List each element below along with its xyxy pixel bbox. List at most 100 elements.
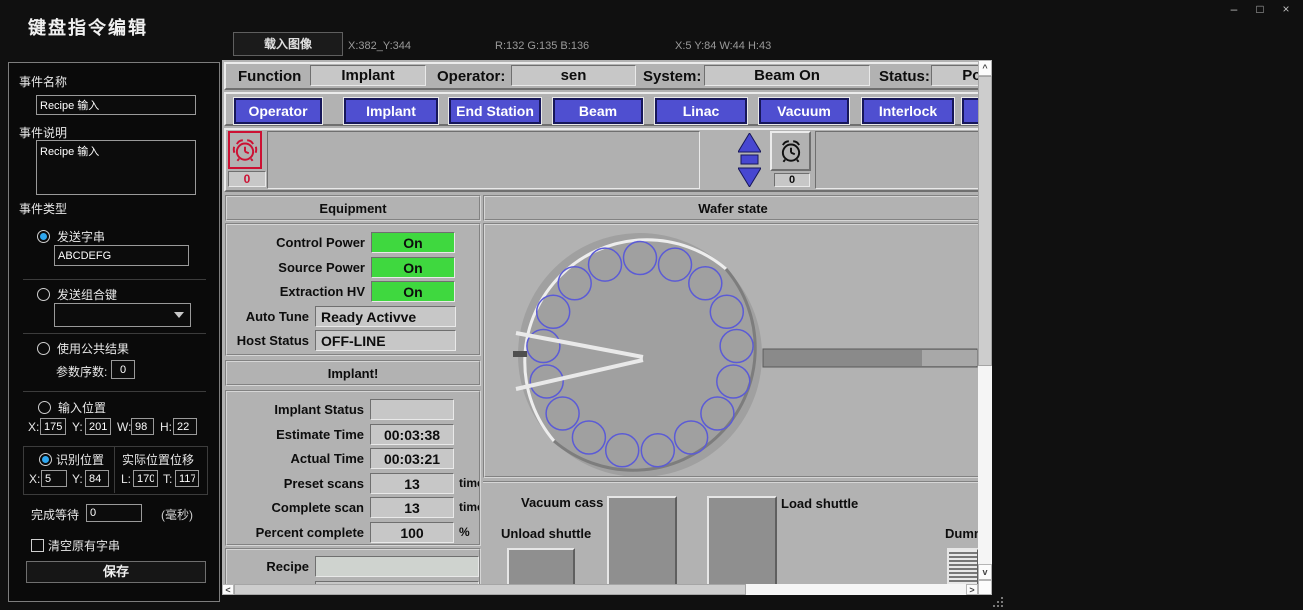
alarm-button-right[interactable]: [770, 131, 811, 171]
wait-input[interactable]: [86, 504, 142, 522]
implant-row-label: Complete scan: [227, 497, 370, 518]
resize-grip-icon[interactable]: [993, 597, 1005, 609]
save-button[interactable]: 保存: [26, 561, 206, 583]
nav-button-linac[interactable]: Linac: [655, 98, 747, 124]
scroll-down-button[interactable]: v: [978, 564, 992, 580]
recog-pos-label: 识别位置: [56, 451, 104, 468]
wafer-state-title: Wafer state: [483, 195, 978, 221]
y-label: Y:: [72, 420, 83, 434]
preset-scans-value: 13: [370, 473, 454, 494]
status-label: Status:: [879, 68, 930, 85]
complete-scan-unit: time: [459, 500, 481, 514]
close-button[interactable]: ×: [1279, 2, 1293, 16]
input-pos-y[interactable]: [85, 418, 111, 435]
nav-button-interlock[interactable]: Interlock: [862, 98, 954, 124]
param-index-input[interactable]: [111, 360, 135, 379]
input-pos-h[interactable]: [173, 418, 197, 435]
equipment-panel: Control Power On Source Power On Extract…: [225, 223, 481, 356]
send-string-input[interactable]: [54, 245, 189, 266]
use-public-label: 使用公共结果: [57, 340, 129, 357]
status-header-bar: Function Implant Operator: sen System: B…: [224, 62, 978, 90]
alarm-scroll-spinner[interactable]: [738, 133, 761, 187]
cursor-position-readout: X:382_Y:344: [348, 40, 411, 52]
nav-button-partial[interactable]: [962, 98, 978, 124]
load-shuttle-box: [707, 496, 777, 584]
separator: [23, 333, 206, 334]
equipment-row-label: Extraction HV: [227, 281, 371, 302]
recog-pos-x[interactable]: [41, 470, 67, 487]
wait-unit-label: (毫秒): [161, 506, 193, 523]
equipment-title: Equipment: [225, 195, 481, 221]
window-controls: – □ ×: [1227, 2, 1293, 16]
input-pos-w[interactable]: [131, 418, 154, 435]
system-value: Beam On: [704, 65, 870, 86]
extraction-hv-value: On: [371, 281, 455, 302]
nav-button-vacuum[interactable]: Vacuum: [759, 98, 849, 124]
event-type-label: 事件类型: [19, 200, 67, 217]
event-name-input[interactable]: [36, 95, 196, 115]
offset-l[interactable]: [133, 470, 158, 487]
separator: [23, 279, 206, 280]
y-label: Y:: [72, 472, 83, 486]
scroll-up-button[interactable]: ^: [978, 60, 992, 76]
send-string-radio[interactable]: [37, 230, 50, 243]
wafer-state-panel: [483, 223, 978, 478]
rgb-readout: R:132 G:135 B:136: [495, 40, 589, 52]
window-title: 键盘指令编辑: [28, 14, 148, 40]
dummy-cassette-box: [947, 548, 978, 584]
h-label: H:: [160, 420, 172, 434]
scroll-left-button[interactable]: <: [222, 584, 234, 595]
separator: [23, 391, 206, 392]
scroll-right-button[interactable]: >: [966, 584, 978, 595]
send-combo-radio[interactable]: [37, 288, 50, 301]
send-string-label: 发送字串: [57, 228, 105, 245]
maximize-button[interactable]: □: [1253, 2, 1267, 16]
editor-panel: 事件名称 事件说明 Recipe 输入 事件类型 发送字串 发送组合键 使用公共…: [8, 62, 220, 602]
alarm-message-area: [267, 131, 700, 189]
x-label: X:: [28, 420, 39, 434]
complete-scan-value: 13: [370, 497, 454, 518]
implant-row-label: Estimate Time: [227, 424, 370, 445]
t-label: T:: [163, 472, 172, 486]
equipment-row-label: Auto Tune: [227, 306, 315, 327]
equipment-row-label: Source Power: [227, 257, 371, 278]
nav-button-implant[interactable]: Implant: [344, 98, 438, 124]
alarm-button-left[interactable]: [228, 131, 262, 169]
input-pos-label: 输入位置: [58, 399, 106, 416]
operator-value: sen: [511, 65, 636, 86]
app-window: 键盘指令编辑 – □ × 载入图像 X:382_Y:344 R:132 G:13…: [0, 0, 1303, 610]
horizontal-scroll-thumb[interactable]: [234, 584, 746, 595]
clear-string-checkbox[interactable]: [31, 539, 44, 552]
load-image-button[interactable]: 载入图像: [233, 32, 343, 56]
vertical-scroll-thumb[interactable]: [978, 76, 992, 366]
event-name-label: 事件名称: [19, 73, 67, 90]
combo-key-dropdown[interactable]: [54, 303, 191, 327]
region-readout: X:5 Y:84 W:44 H:43: [675, 40, 771, 52]
input-pos-radio[interactable]: [38, 401, 51, 414]
source-power-value: On: [371, 257, 455, 278]
use-public-radio[interactable]: [37, 342, 50, 355]
percent-complete-value: 100: [370, 522, 454, 543]
status-value: Pos: [931, 65, 978, 86]
recog-pos-radio[interactable]: [39, 453, 52, 466]
send-combo-label: 发送组合键: [57, 286, 117, 303]
minimize-button[interactable]: –: [1227, 2, 1241, 16]
alarm-secondary-area: [815, 131, 978, 189]
vertical-scrollbar[interactable]: ^ v: [978, 60, 992, 580]
nav-button-operator[interactable]: Operator: [234, 98, 322, 124]
vacuum-cass-label: Vacuum cass: [521, 495, 603, 510]
horizontal-scrollbar[interactable]: < >: [222, 584, 978, 595]
alarm-bar: 0 0: [224, 128, 978, 192]
unload-shuttle-box: [507, 548, 575, 584]
nav-button-beam[interactable]: Beam: [553, 98, 643, 124]
event-desc-textarea[interactable]: Recipe 输入: [36, 140, 196, 195]
offset-t[interactable]: [175, 470, 199, 487]
implant-panel: Implant Status Estimate Time 00:03:38 Ac…: [225, 390, 481, 546]
host-status-value: OFF-LINE: [315, 330, 456, 351]
recipe-panel: Recipe: [225, 548, 481, 584]
notch-marker: [513, 351, 527, 357]
param-index-label: 参数序数:: [56, 363, 107, 380]
recog-pos-y[interactable]: [85, 470, 109, 487]
nav-button-end-station[interactable]: End Station: [449, 98, 541, 124]
input-pos-x[interactable]: [40, 418, 66, 435]
